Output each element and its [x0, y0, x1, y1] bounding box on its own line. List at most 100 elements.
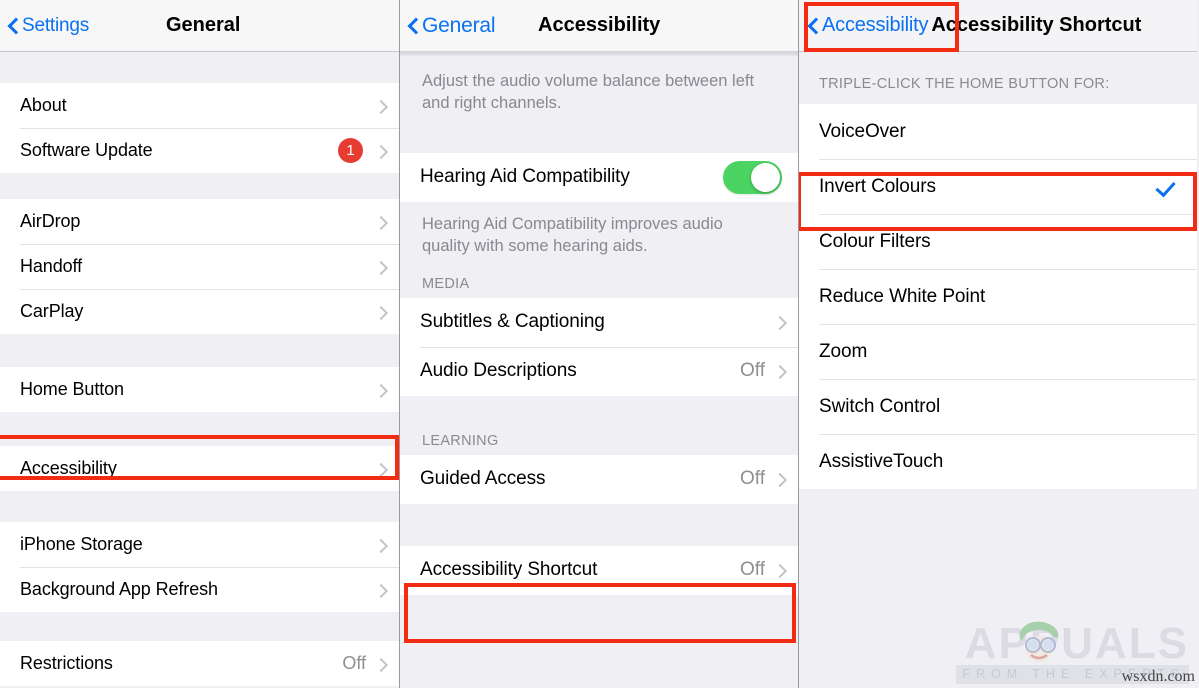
row-label: Software Update — [20, 140, 153, 160]
back-button-label: General — [422, 13, 496, 37]
list-gap — [0, 52, 399, 83]
row-label: Subtitles & Captioning — [420, 311, 605, 333]
list-gap — [0, 612, 399, 641]
row-label: VoiceOver — [819, 120, 906, 142]
settings-group-shortcut: Accessibility Shortcut Off — [400, 545, 798, 595]
chevron-right-icon — [375, 655, 387, 673]
option-invert-colours[interactable]: Invert Colours — [799, 159, 1197, 214]
row-value: Off — [342, 653, 366, 673]
row-about[interactable]: About — [0, 83, 399, 128]
chevron-right-icon — [375, 303, 387, 321]
watermark-brand: APPUALS — [964, 619, 1189, 669]
settings-group-restrictions: Restrictions Off — [0, 641, 399, 686]
row-subtitles-captioning[interactable]: Subtitles & Captioning — [400, 297, 798, 347]
screenshot-root: Settings General About Software Update 1… — [0, 0, 1199, 688]
row-label: Reduce White Point — [819, 285, 986, 307]
navbar-accessibility-shortcut: Accessibility Accessibility Shortcut — [799, 0, 1197, 52]
row-label: iPhone Storage — [20, 534, 143, 554]
section-header-media: MEDIA — [400, 267, 798, 298]
settings-group-storage: iPhone Storage Background App Refresh — [0, 522, 399, 612]
navbar-general: Settings General — [0, 0, 399, 52]
page-title-general: General — [166, 14, 241, 36]
row-software-update[interactable]: Software Update 1 — [0, 128, 399, 173]
row-hearing-aid-compatibility[interactable]: Hearing Aid Compatibility — [400, 152, 798, 202]
option-reduce-white-point[interactable]: Reduce White Point — [799, 269, 1197, 324]
settings-group-learning: Guided Access Off — [400, 454, 798, 504]
row-background-app-refresh[interactable]: Background App Refresh — [0, 567, 399, 612]
row-handoff[interactable]: Handoff — [0, 244, 399, 289]
back-button-label: Settings — [22, 14, 90, 36]
panel-accessibility-shortcut: Accessibility Accessibility Shortcut TRI… — [799, 0, 1197, 688]
option-zoom[interactable]: Zoom — [799, 324, 1197, 379]
mascot-face-icon — [1020, 621, 1059, 663]
watermark-site: wsxdn.com — [1121, 668, 1195, 685]
list-gap — [400, 395, 798, 425]
row-label: Handoff — [20, 256, 83, 276]
panel-general: Settings General About Software Update 1… — [0, 0, 399, 688]
row-restrictions[interactable]: Restrictions Off — [0, 641, 399, 686]
scroll-shadow — [400, 52, 798, 57]
section-header-learning: LEARNING — [400, 424, 798, 455]
checkmark-icon — [1157, 177, 1179, 197]
back-button-settings[interactable]: Settings — [0, 15, 89, 37]
row-accessibility-shortcut[interactable]: Accessibility Shortcut Off — [400, 545, 798, 595]
row-label: Zoom — [819, 340, 868, 362]
row-label: Accessibility — [20, 458, 117, 478]
row-label: Invert Colours — [819, 175, 936, 197]
page-title-accessibility-shortcut: Accessibility Shortcut — [931, 14, 1142, 36]
list-gap — [400, 503, 798, 546]
hearing-aid-note: Hearing Aid Compatibility improves audio… — [400, 201, 798, 268]
row-accessibility[interactable]: Accessibility — [0, 446, 399, 491]
chevron-right-icon — [375, 258, 387, 276]
navbar-accessibility: General Accessibility — [400, 0, 798, 52]
shortcut-options-group: VoiceOver Invert Colours Colour Filters … — [799, 104, 1197, 489]
row-iphone-storage[interactable]: iPhone Storage — [0, 522, 399, 567]
chevron-right-icon — [774, 561, 786, 579]
chevron-right-icon — [375, 97, 387, 115]
row-carplay[interactable]: CarPlay — [0, 289, 399, 334]
settings-group-connectivity: AirDrop Handoff CarPlay — [0, 199, 399, 334]
option-colour-filters[interactable]: Colour Filters — [799, 214, 1197, 269]
section-header-triple-click: TRIPLE-CLICK THE HOME BUTTON FOR: — [799, 52, 1197, 104]
row-home-button[interactable]: Home Button — [0, 367, 399, 412]
row-airdrop[interactable]: AirDrop — [0, 199, 399, 244]
list-gap — [0, 412, 399, 446]
option-assistivetouch[interactable]: AssistiveTouch — [799, 434, 1197, 489]
row-label: Background App Refresh — [20, 579, 218, 599]
row-label: Restrictions — [20, 653, 113, 673]
chevron-right-icon — [375, 536, 387, 554]
chevron-right-icon — [375, 381, 387, 399]
row-label: About — [20, 95, 67, 115]
row-value: Off — [740, 360, 765, 382]
option-voiceover[interactable]: VoiceOver — [799, 104, 1197, 159]
toggle-knob — [751, 162, 780, 192]
list-gap — [0, 491, 399, 522]
chevron-right-icon — [774, 313, 786, 331]
toggle-hearing-aid-compatibility[interactable] — [723, 160, 782, 194]
row-audio-descriptions[interactable]: Audio Descriptions Off — [400, 346, 798, 396]
chevron-right-icon — [375, 142, 387, 160]
back-button-general[interactable]: General — [400, 13, 496, 38]
row-label: Switch Control — [819, 395, 941, 417]
back-button-accessibility[interactable]: Accessibility — [799, 14, 929, 37]
row-label: AssistiveTouch — [819, 450, 944, 472]
row-label: Home Button — [20, 379, 124, 399]
row-label: Guided Access — [420, 468, 546, 490]
chevron-right-icon — [375, 581, 387, 599]
row-value: Off — [740, 468, 765, 490]
row-label: AirDrop — [20, 211, 81, 231]
chevron-right-icon — [375, 460, 387, 478]
chevron-left-icon — [8, 17, 19, 35]
settings-group-about: About Software Update 1 — [0, 83, 399, 173]
option-switch-control[interactable]: Switch Control — [799, 379, 1197, 434]
row-value: Off — [740, 559, 765, 581]
panel-accessibility: General Accessibility Adjust the audio v… — [399, 0, 799, 688]
settings-group-hearing: Hearing Aid Compatibility — [400, 152, 798, 202]
list-gap — [0, 173, 399, 199]
row-guided-access[interactable]: Guided Access Off — [400, 454, 798, 504]
row-label: Audio Descriptions — [420, 360, 577, 382]
row-label: CarPlay — [20, 301, 84, 321]
status-badge: 1 — [338, 138, 363, 163]
page-title-accessibility: Accessibility — [538, 14, 661, 36]
back-button-label: Accessibility — [822, 14, 929, 36]
